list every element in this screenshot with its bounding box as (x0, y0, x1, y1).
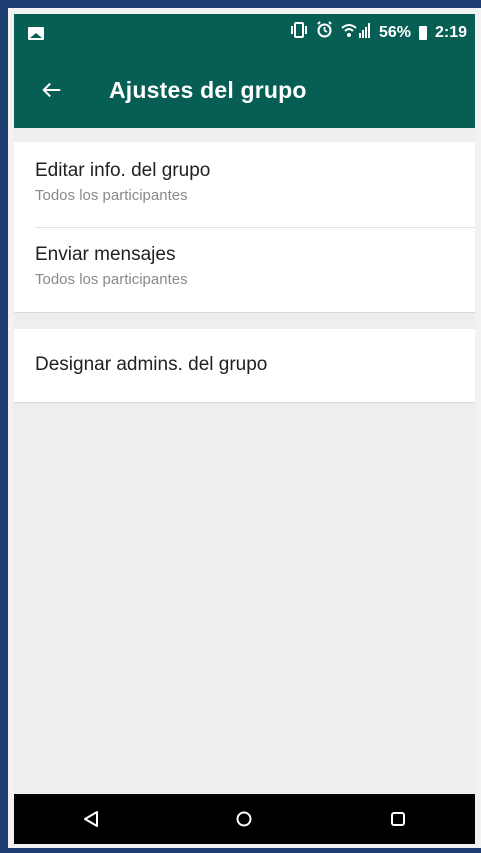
status-time: 2:19 (434, 24, 467, 41)
section-gap-middle (14, 313, 475, 329)
circle-home-icon (236, 811, 252, 827)
setting-designate-admins[interactable]: Designar admins. del grupo (14, 329, 475, 402)
setting-designate-admins-title: Designar admins. del grupo (35, 354, 268, 375)
section-divider (14, 402, 475, 403)
setting-send-messages-title: Enviar mensajes (35, 244, 176, 265)
nav-back-button[interactable] (66, 794, 116, 844)
alarm-icon (316, 14, 333, 52)
page-title: Ajustes del grupo (109, 77, 307, 103)
setting-edit-info-subtitle: Todos los participantes (35, 187, 188, 204)
arrow-left-icon (42, 82, 61, 98)
setting-edit-info-title: Editar info. del grupo (35, 160, 211, 181)
phone-screen: 56% 2:19 Ajustes del grupo Editar info. … (14, 14, 475, 844)
gallery-notification-icon (28, 27, 44, 40)
status-bar: 56% 2:19 (14, 14, 475, 52)
wifi-signal-icon (341, 14, 371, 52)
square-recents-icon (391, 812, 406, 826)
setting-send-messages[interactable]: Enviar mensajes Todos los participantes (14, 228, 475, 312)
system-nav-bar (14, 794, 475, 844)
battery-percent: 56% (378, 24, 411, 41)
vibrate-icon (290, 14, 308, 52)
admins-section: Designar admins. del grupo (14, 329, 475, 402)
status-right-group: 56% 2:19 (290, 14, 467, 52)
section-gap-top (14, 128, 475, 142)
permissions-section: Editar info. del grupo Todos los partici… (14, 142, 475, 312)
battery-icon (418, 26, 427, 40)
app-toolbar: Ajustes del grupo (14, 52, 475, 128)
setting-send-messages-subtitle: Todos los participantes (35, 271, 188, 288)
setting-edit-info[interactable]: Editar info. del grupo Todos los partici… (14, 142, 475, 228)
triangle-back-icon (83, 811, 98, 827)
nav-recents-button[interactable] (373, 794, 423, 844)
screenshot-frame: 56% 2:19 Ajustes del grupo Editar info. … (0, 0, 481, 853)
back-button[interactable] (28, 66, 76, 114)
nav-home-button[interactable] (219, 794, 269, 844)
